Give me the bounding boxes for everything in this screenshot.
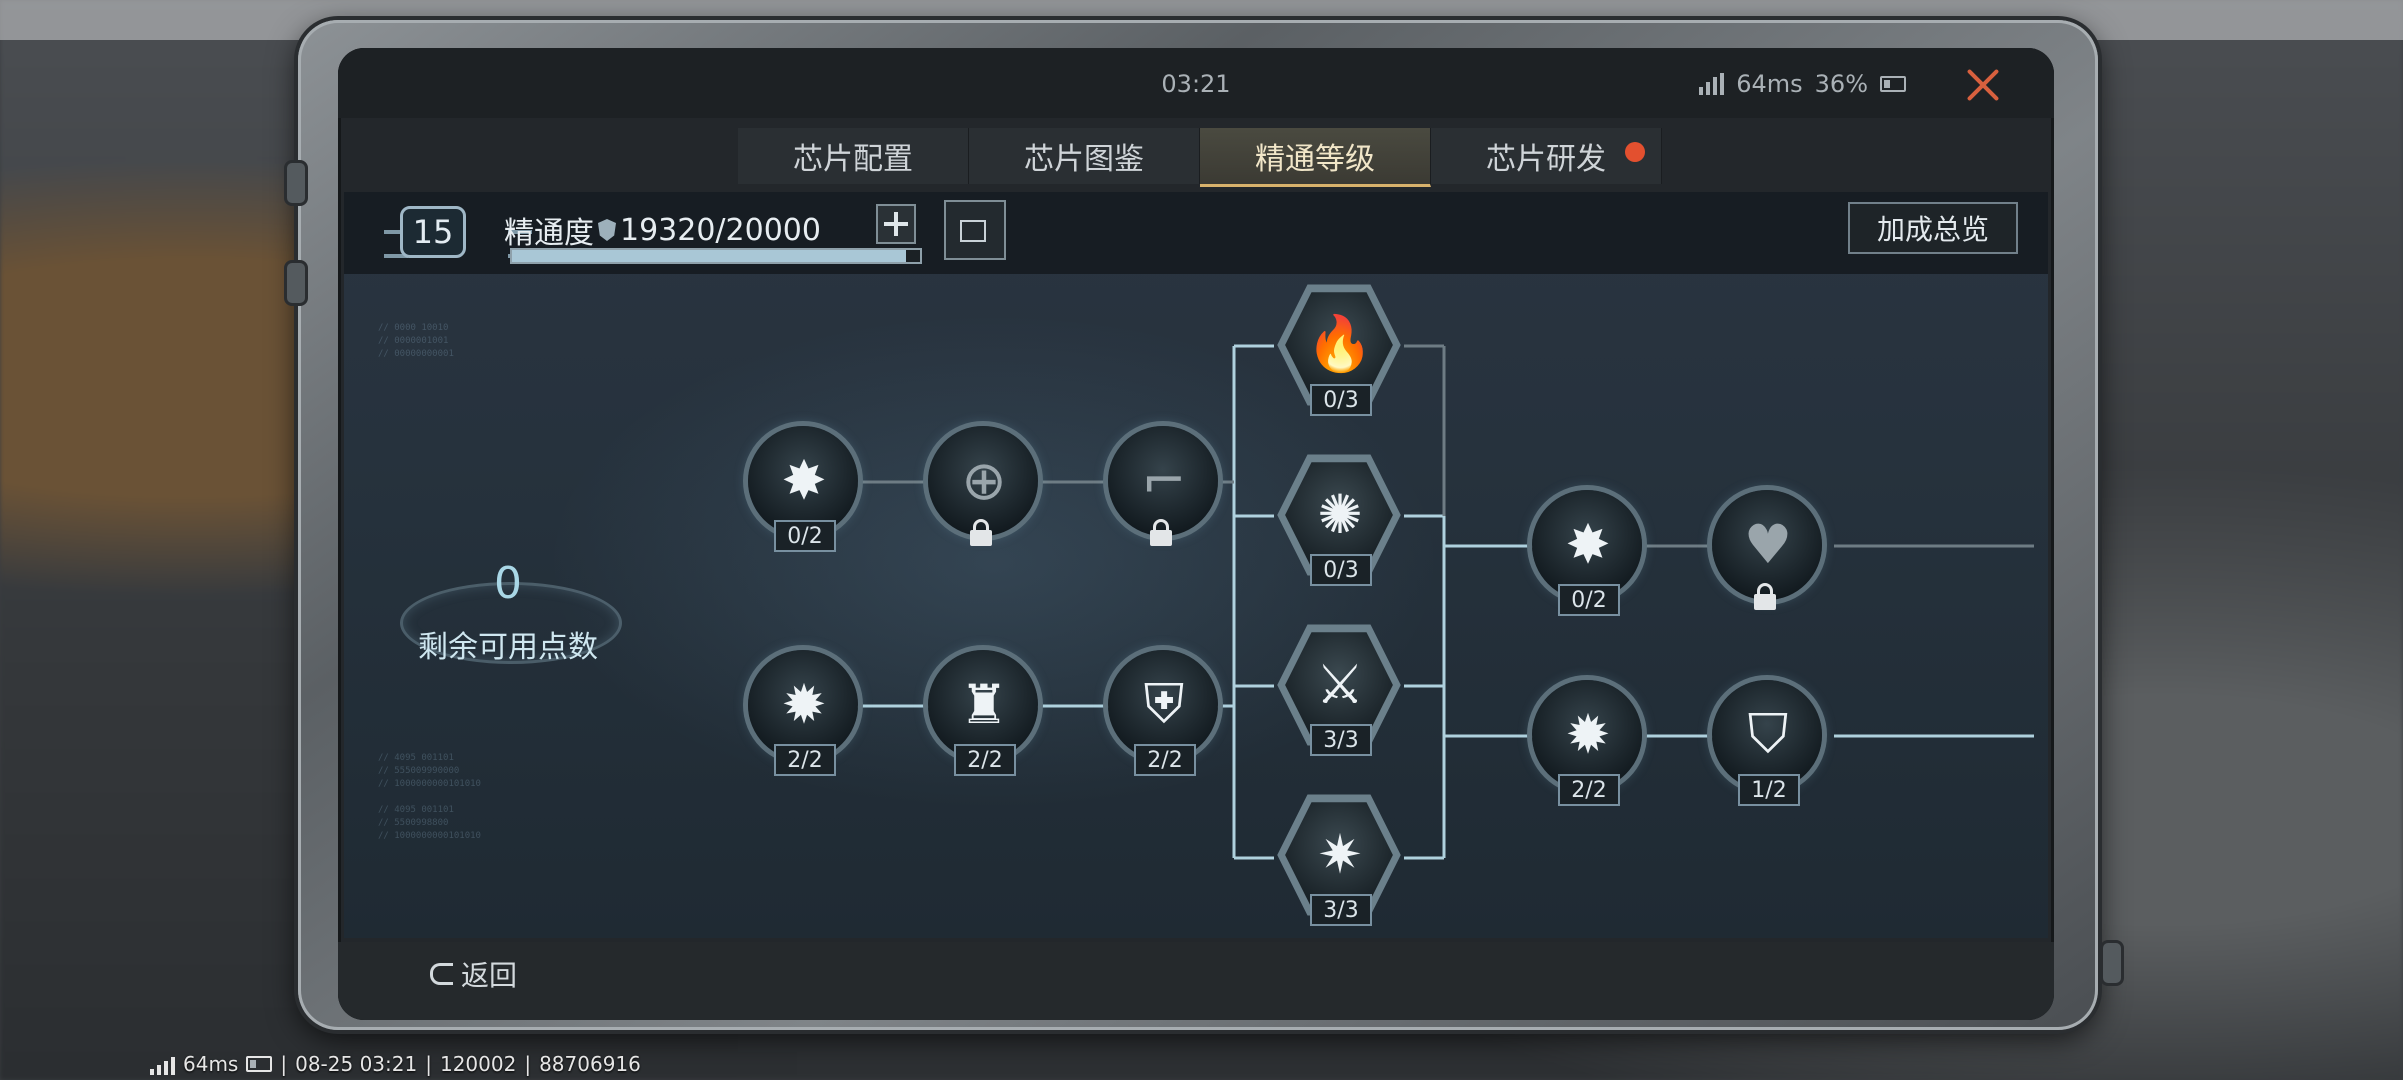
status-indicators: 64ms 36% [1699, 70, 1906, 98]
signal-icon [1699, 73, 1725, 95]
system-code-2: 88706916 [539, 1052, 641, 1076]
fire-magazine-icon: 🔥 [1306, 312, 1374, 375]
tab-label: 芯片配置 [793, 142, 913, 177]
separator: | [425, 1052, 432, 1076]
bottom-bar: 返回 [338, 942, 2054, 1020]
tab-chip-config[interactable]: 芯片配置 [738, 128, 969, 184]
skill-count: 0/3 [1310, 384, 1372, 416]
tab-bar: 芯片配置 芯片图鉴 精通等级 芯片研发 [738, 128, 1662, 187]
mastery-panel: 15 精通度 19320/20000 加成总览 // 0000 10010// … [344, 192, 2048, 938]
skill-node-top-2[interactable]: ⊕ [924, 422, 1044, 546]
tab-label: 芯片研发 [1486, 142, 1606, 177]
skill-node-right-bottom-1[interactable]: ✹ 2/2 [1528, 676, 1648, 806]
tab-label: 芯片图鉴 [1024, 142, 1144, 177]
lock-icon [1754, 583, 1776, 610]
frame-clip [2100, 940, 2124, 986]
skill-node-hex-1[interactable]: 🔥 0/3 [1277, 284, 1401, 416]
armor-boost-icon: ⛉ [1747, 702, 1789, 765]
skill-node-hex-4[interactable]: ✷ 3/3 [1277, 794, 1401, 926]
frame-clip [284, 260, 308, 306]
skill-count: 1/2 [1738, 774, 1800, 806]
back-arrow-icon [430, 963, 453, 985]
separator: | [524, 1052, 532, 1076]
heart-boost-icon: ♥ [1743, 512, 1793, 576]
impact-shield-icon: ✷ [1317, 822, 1363, 886]
damage-boost-icon: ✸ [1565, 512, 1611, 576]
system-datetime: 08-25 03:21 [295, 1052, 418, 1076]
system-info-bar: 64ms | 08-25 03:21 | 120002 | 88706916 [150, 1052, 641, 1076]
tab-mastery-level[interactable]: 精通等级 [1200, 128, 1431, 187]
skill-node-hex-2[interactable]: ✺ 0/3 [1277, 454, 1401, 586]
tab-chip-research[interactable]: 芯片研发 [1431, 128, 1662, 184]
battery-icon [246, 1056, 273, 1072]
ping-text: 64ms [1736, 70, 1803, 98]
skill-node-right-bottom-2[interactable]: ⛉ 1/2 [1708, 676, 1828, 806]
system-ping: 64ms [183, 1052, 239, 1076]
frame-clip [284, 160, 308, 206]
close-icon[interactable] [1964, 66, 2002, 104]
notification-dot [1625, 142, 1645, 162]
blade-icon: ⚔ [1315, 652, 1365, 716]
tab-label: 精通等级 [1255, 142, 1375, 177]
system-code-1: 120002 [439, 1052, 517, 1076]
separator: | [280, 1052, 288, 1076]
skill-node-bottom-3[interactable]: ⛨ 2/2 [1104, 646, 1224, 776]
shield-boost-icon: ✹ [781, 672, 827, 736]
skill-count: 0/2 [1558, 584, 1620, 616]
status-bar: 03:21 64ms 36% [338, 48, 2054, 118]
shield-boost-icon: ✹ [1565, 702, 1611, 766]
skill-node-top-3[interactable]: ⌐ [1104, 422, 1224, 546]
battery-text: 36% [1814, 70, 1868, 98]
skill-count: 0/3 [1310, 554, 1372, 586]
back-button[interactable]: 返回 [430, 954, 517, 994]
armor-vest-icon: ⛨ [1143, 672, 1185, 735]
grenade-icon: ✺ [1317, 482, 1363, 546]
skill-node-right-top-2[interactable]: ♥ [1708, 486, 1828, 610]
lock-icon [970, 519, 992, 546]
back-label: 返回 [461, 959, 518, 992]
skill-count: 2/2 [774, 744, 836, 776]
skill-count: 2/2 [1134, 744, 1196, 776]
signal-icon [150, 1053, 175, 1075]
skill-node-top-1[interactable]: ✸ 0/2 [744, 422, 864, 552]
dodge-icon: ♜ [959, 672, 1009, 736]
damage-boost-icon: ✸ [781, 448, 827, 512]
skill-count: 3/3 [1310, 724, 1372, 756]
skill-node-right-top-1[interactable]: ✸ 0/2 [1528, 486, 1648, 616]
skill-count: 2/2 [1558, 774, 1620, 806]
crosshair-icon: ⊕ [961, 448, 1007, 512]
skill-node-bottom-1[interactable]: ✹ 2/2 [744, 646, 864, 776]
battery-icon [1880, 76, 1906, 92]
skill-count: 0/2 [774, 520, 836, 552]
skill-count: 2/2 [954, 744, 1016, 776]
skill-count: 3/3 [1310, 894, 1372, 926]
lock-icon [1150, 519, 1172, 546]
skill-node-hex-3[interactable]: ⚔ 3/3 [1277, 624, 1401, 756]
pistol-icon: ⌐ [1141, 448, 1187, 512]
skill-node-bottom-2[interactable]: ♜ 2/2 [924, 646, 1044, 776]
tab-chip-catalog[interactable]: 芯片图鉴 [969, 128, 1200, 184]
mastery-window: 03:21 64ms 36% 芯片配置 芯片图鉴 精通等级 芯片研发 15 精通… [338, 48, 2054, 1020]
